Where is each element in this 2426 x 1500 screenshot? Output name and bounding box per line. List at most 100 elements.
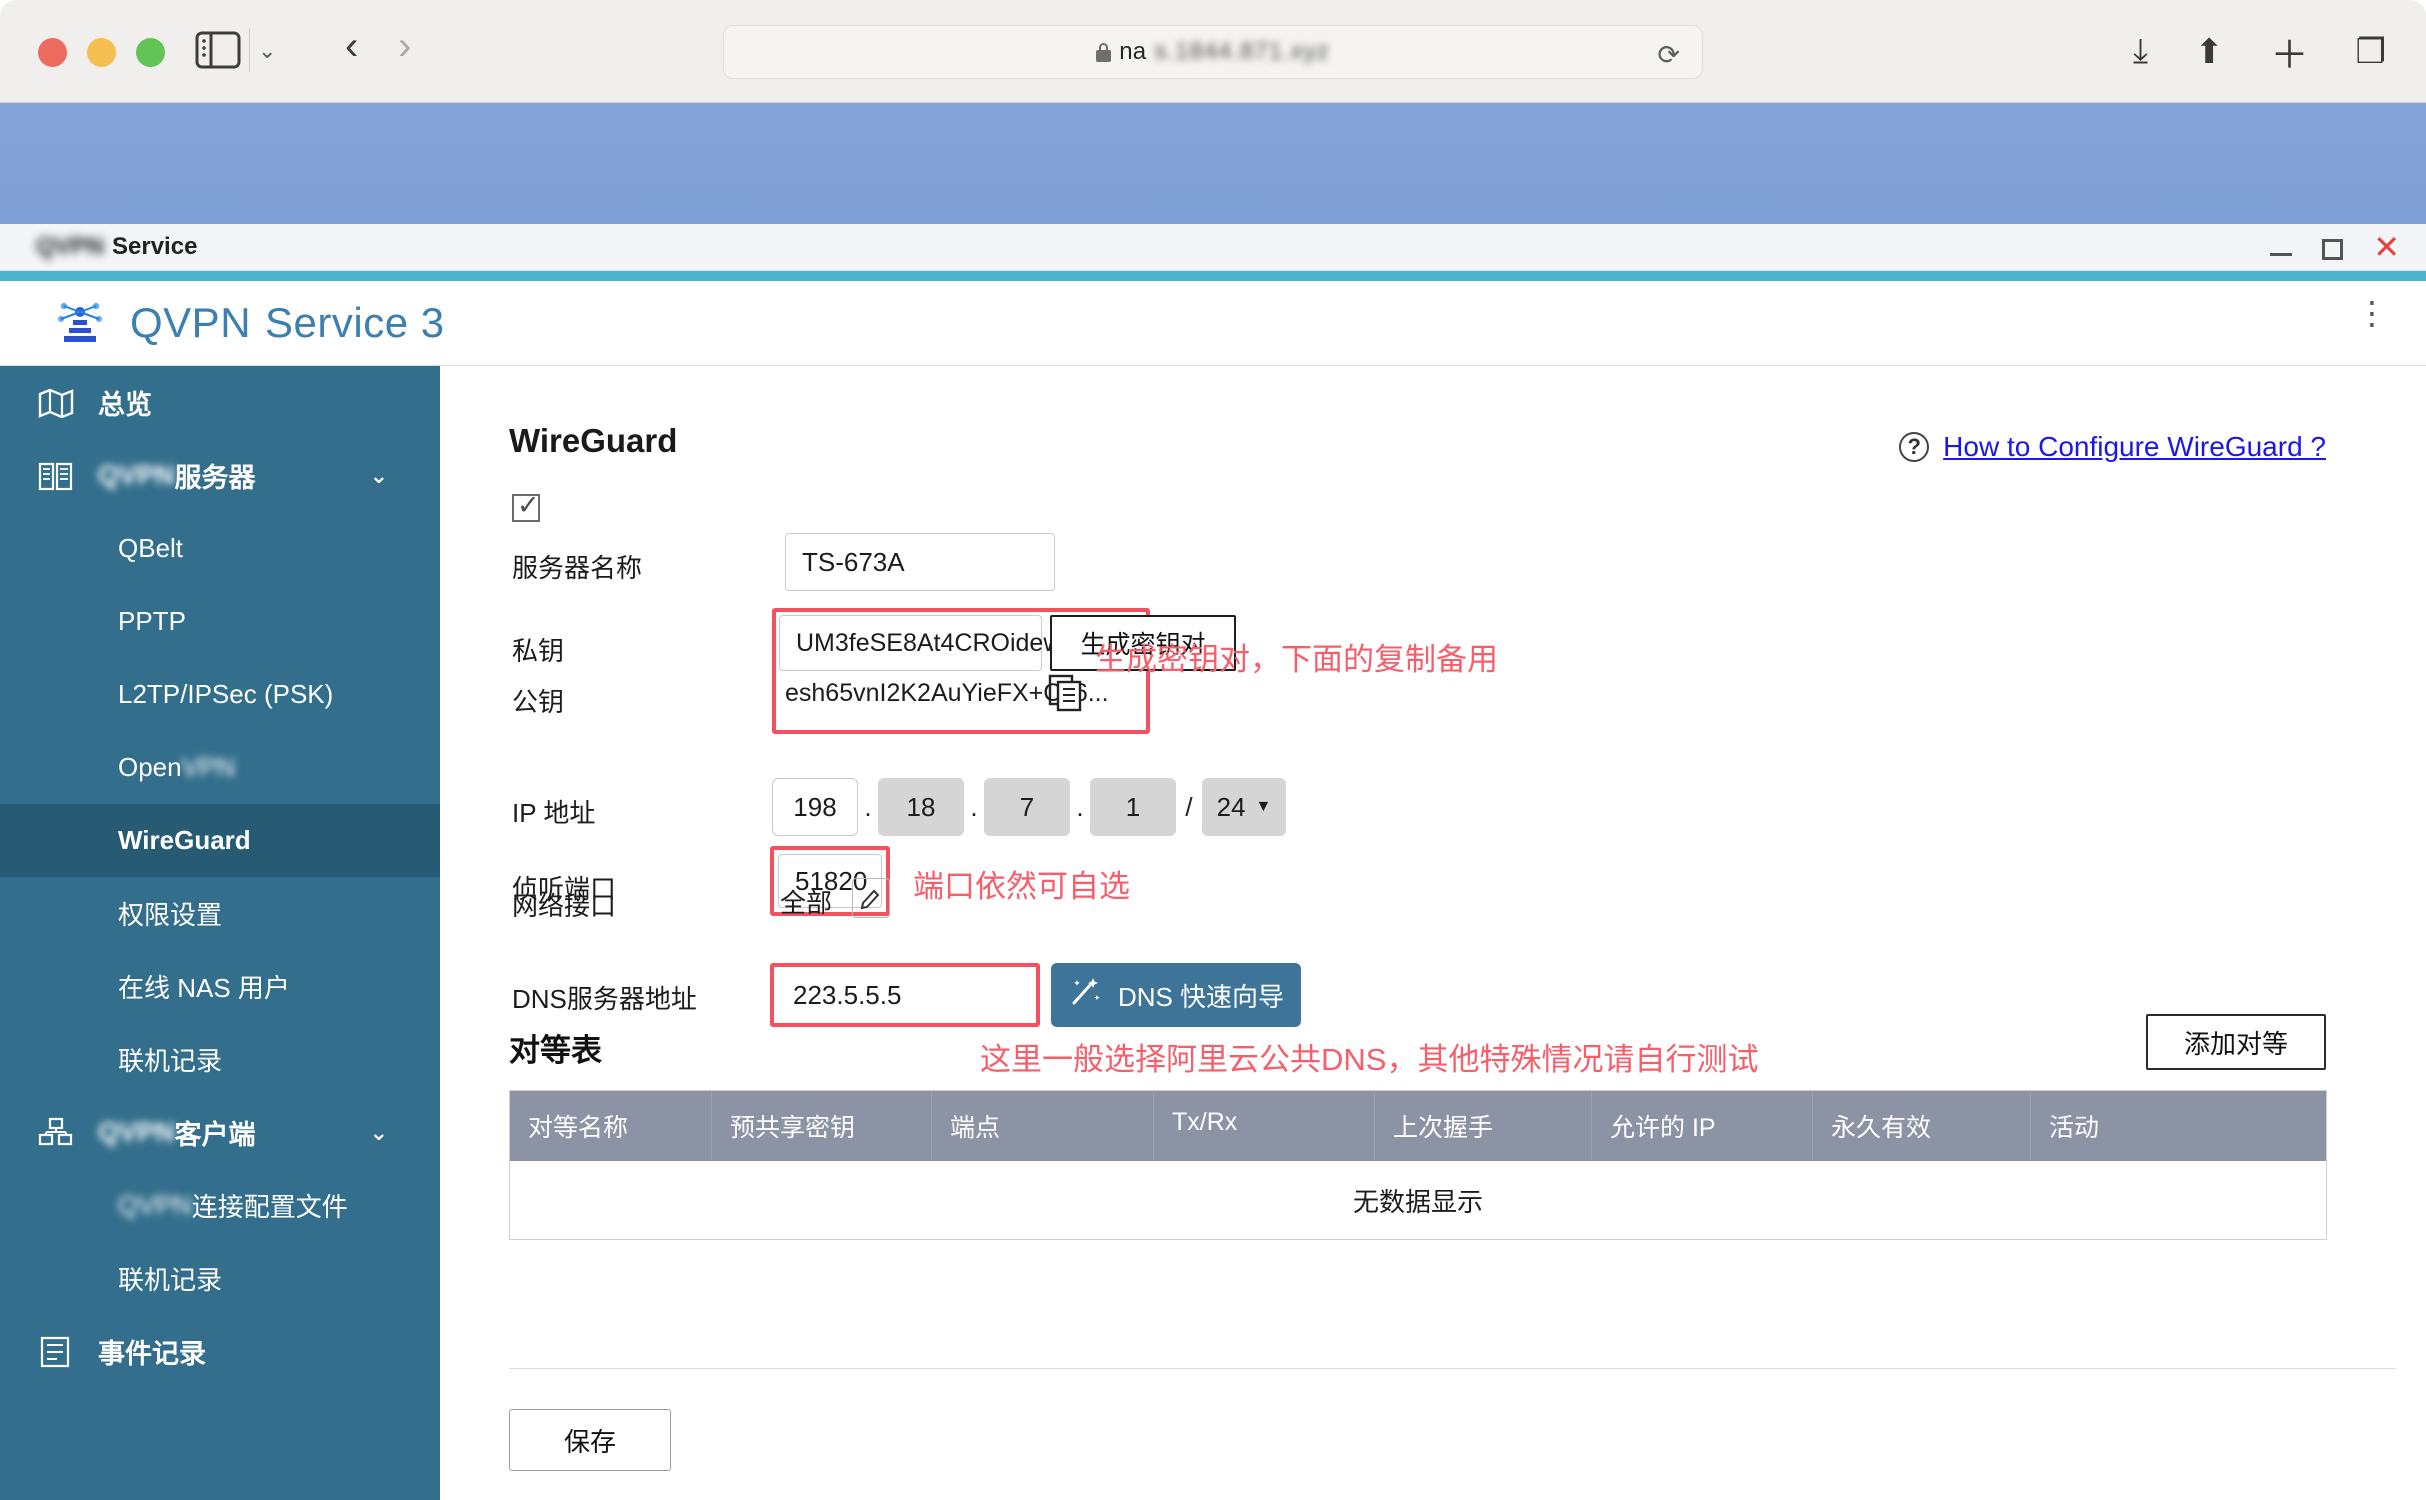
forward-chevron-icon[interactable]: › xyxy=(398,24,411,69)
lock-icon xyxy=(1096,42,1112,62)
sidebar-item-label: 客户端 xyxy=(174,1120,256,1150)
main-content: WireGuard ? How to Configure WireGuard ?… xyxy=(440,366,2426,1500)
sidebar-item-vpn-server[interactable]: QVPN 服务器 ⌄ xyxy=(0,439,440,512)
edit-icon[interactable] xyxy=(852,878,890,918)
ip-address-row: 198 . 18 . 7 . 1 / 24 ▼ xyxy=(772,778,1286,836)
server-name-input[interactable]: TS-673A xyxy=(785,533,1055,591)
how-to-configure-link-wrapper: ? How to Configure WireGuard ? xyxy=(1899,431,2326,463)
dns-quick-wizard-label: DNS 快速向导 xyxy=(1117,981,1285,1012)
accent-strip xyxy=(0,271,2426,281)
ip-prefix-select[interactable]: 24 ▼ xyxy=(1202,778,1286,836)
sidebar-item-label-blurred: QVPN xyxy=(118,1190,192,1220)
sidebar-item-connection-log-client[interactable]: 联机记录 xyxy=(0,1242,440,1315)
ip-address-label: IP 地址 xyxy=(512,798,596,828)
qts-topbar: QVPN Service ✕ 10+ YDXian ▼ 10+ xyxy=(0,103,2426,327)
peer-table-column-header[interactable]: 允许的 IP xyxy=(1592,1091,1813,1161)
window-controls: ✕ xyxy=(2270,231,2400,263)
sidebar-item-label: 联机记录 xyxy=(118,1265,223,1295)
sidebar-item-online-nas-users[interactable]: 在线 NAS 用户 xyxy=(0,950,440,1023)
peer-table-column-header[interactable]: 端点 xyxy=(932,1091,1154,1161)
sidebar-item-label: 连接配置文件 xyxy=(191,1192,348,1222)
sidebar-dropdown-chevron-icon[interactable]: ⌄ xyxy=(258,38,276,64)
ip-octet-1[interactable]: 198 xyxy=(772,778,858,836)
add-peer-button[interactable]: 添加对等 xyxy=(2146,1014,2326,1070)
how-to-configure-link[interactable]: How to Configure WireGuard ? xyxy=(1943,431,2326,463)
sidebar-item-wireguard[interactable]: WireGuard xyxy=(0,804,440,877)
peer-table: 对等名称 预共享密钥 端点 Tx/Rx 上次握手 允许的 IP 永久有效 活动 … xyxy=(509,1090,2327,1240)
app-title: Service 3 xyxy=(265,299,445,346)
sidebar-item-l2tp-ipsec[interactable]: L2TP/IPSec (PSK) xyxy=(0,658,440,731)
sidebar-item-overview[interactable]: 总览 xyxy=(0,366,440,439)
sidebar-item-connection-profiles[interactable]: QVPN 连接配置文件 xyxy=(0,1169,440,1242)
share-icon[interactable]: ⬆ xyxy=(2195,32,2224,72)
sidebar-item-vpn-client[interactable]: QVPN 客户端 ⌄ xyxy=(0,1096,440,1169)
peer-table-column-header[interactable]: 上次握手 xyxy=(1375,1091,1592,1161)
sidebar-item-pptp[interactable]: PPTP xyxy=(0,585,440,658)
ip-dot-separator: . xyxy=(970,791,978,822)
private-key-label: 私钥 xyxy=(512,636,565,666)
peer-table-empty-text: 无数据显示 xyxy=(1352,1186,1483,1217)
download-icon[interactable]: ⤓ xyxy=(2133,32,2148,71)
browser-toolbar-right: ⤓ ⬆ ＋ ❐ xyxy=(2133,24,2386,79)
server-name-label: 服务器名称 xyxy=(512,553,643,583)
private-key-input[interactable]: UM3feSE8At4CROidewR18 xyxy=(779,615,1107,671)
window-minimize-button[interactable] xyxy=(2270,252,2293,256)
map-icon xyxy=(38,384,78,422)
ip-octet-4[interactable]: 1 xyxy=(1090,778,1176,836)
sidebar-item-openvpn[interactable]: Open VPN xyxy=(0,731,440,804)
page-title: WireGuard xyxy=(509,422,678,459)
sidebar-item-label: 权限设置 xyxy=(118,900,223,930)
dns-quick-wizard-button[interactable]: DNS 快速向导 xyxy=(1051,963,1301,1027)
peer-table-column-header[interactable]: Tx/Rx xyxy=(1154,1091,1375,1161)
back-chevron-icon[interactable]: ‹ xyxy=(345,24,358,69)
sidebar-item-label: 事件记录 xyxy=(98,1339,206,1369)
sidebar-item-qbelt[interactable]: QBelt xyxy=(0,512,440,585)
sidebar-item-connection-log-server[interactable]: 联机记录 xyxy=(0,1023,440,1096)
url-text: na xyxy=(1119,38,1147,65)
ip-dot-separator: . xyxy=(864,791,872,822)
app-kebab-icon[interactable]: ⋮ xyxy=(2356,297,2388,329)
sidebar: 总览 QVPN 服务器 ⌄ QBelt PPTP L2TP/IPSec (PSK… xyxy=(0,366,440,1500)
app-window-titlebar: QVPN Service ✕ xyxy=(0,224,2426,271)
sidebar-item-label: QBelt xyxy=(118,533,184,563)
sidebar-item-label: 联机记录 xyxy=(118,1046,223,1076)
network-interface-label: 网络接口 xyxy=(512,891,617,921)
sidebar-item-permissions[interactable]: 权限设置 xyxy=(0,877,440,950)
ip-prefix-value: 24 xyxy=(1216,791,1246,822)
sidebar-item-label: Open xyxy=(118,752,182,782)
window-title-blurred: QVPN xyxy=(36,233,105,260)
minimize-window-button[interactable] xyxy=(87,38,116,67)
enable-wireguard-checkbox[interactable] xyxy=(512,490,540,522)
chevron-down-icon[interactable]: ⌄ xyxy=(370,463,388,489)
sidebar-item-event-log[interactable]: 事件记录 xyxy=(0,1315,440,1388)
window-close-button[interactable]: ✕ xyxy=(2373,231,2400,263)
peer-table-column-header[interactable]: 预共享密钥 xyxy=(712,1091,932,1161)
ip-dot-separator: . xyxy=(1076,791,1084,822)
qvpn-logo-icon xyxy=(52,295,108,351)
chevron-down-icon: ▼ xyxy=(1255,798,1272,815)
peer-table-column-header[interactable]: 永久有效 xyxy=(1813,1091,2031,1161)
peer-table-empty-row: 无数据显示 xyxy=(510,1161,2326,1239)
peer-table-column-header[interactable]: 对等名称 xyxy=(510,1091,712,1161)
app-title-blurred: QVPN xyxy=(130,299,252,346)
address-bar[interactable]: na s.1844.871.xyz ⟳ xyxy=(723,25,1703,79)
peer-table-column-header[interactable]: 活动 xyxy=(2031,1091,2326,1161)
network-interface-value: 全部 xyxy=(780,888,833,918)
save-button[interactable]: 保存 xyxy=(509,1409,671,1471)
dns-server-input[interactable]: 223.5.5.5 xyxy=(777,970,1033,1020)
sidebar-item-label-blurred: QVPN xyxy=(98,460,175,490)
plus-icon[interactable]: ＋ xyxy=(2271,24,2309,79)
chevron-down-icon[interactable]: ⌄ xyxy=(370,1120,388,1146)
ip-octet-2[interactable]: 18 xyxy=(878,778,964,836)
log-icon xyxy=(38,1333,78,1371)
maximize-window-button[interactable] xyxy=(136,38,165,67)
tab-overview-icon[interactable]: ❐ xyxy=(2356,32,2386,72)
copy-icon[interactable] xyxy=(1048,674,1084,712)
sidebar-item-label: 在线 NAS 用户 xyxy=(118,973,290,1003)
window-maximize-button[interactable] xyxy=(2322,238,2344,260)
close-window-button[interactable] xyxy=(38,38,67,67)
reload-icon[interactable]: ⟳ xyxy=(1657,40,1680,71)
sidebar-toggle-icon[interactable] xyxy=(195,30,241,70)
ip-octet-3[interactable]: 7 xyxy=(984,778,1070,836)
dns-server-label: DNS服务器地址 xyxy=(512,984,697,1014)
